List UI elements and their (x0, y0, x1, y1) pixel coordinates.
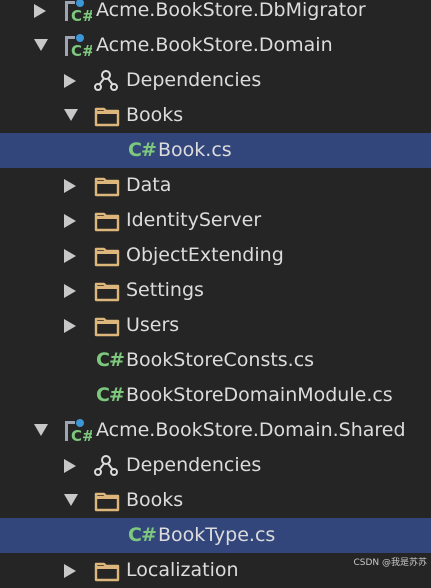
csharp-file-icon: C# (128, 139, 157, 161)
chevron-right-icon[interactable] (33, 0, 49, 28)
tree-row-identityserver-folder[interactable]: IdentityServer (0, 203, 431, 238)
folder-icon (94, 238, 122, 273)
tree-row-label: BookStoreConsts.cs (126, 349, 315, 371)
svg-text:C#: C# (71, 7, 92, 24)
chevron-right-icon[interactable] (63, 63, 79, 98)
csharp-file-icon: C# (96, 384, 125, 406)
folder-icon (94, 168, 122, 203)
tree-row-bookstoredomainmodule-cs[interactable]: C# BookStoreDomainModule.cs (0, 378, 431, 413)
tree-row-domain-shared-project[interactable]: C# Acme.BookStore.Domain.Shared (0, 413, 431, 448)
tree-row-label: Books (126, 104, 184, 126)
tree-row-label: BookType.cs (158, 524, 276, 546)
csharp-project-icon: C# (64, 413, 92, 448)
folder-icon (94, 273, 122, 308)
csharp-project-icon: C# (64, 28, 92, 63)
csharp-project-icon: C# (64, 0, 92, 28)
tree-row-data-folder[interactable]: Data (0, 168, 431, 203)
tree-row-label: Acme.BookStore.Domain (96, 34, 333, 56)
watermark-text: CSDN @我是苏苏 (353, 558, 427, 568)
dependencies-icon (94, 63, 122, 98)
chevron-right-icon[interactable] (63, 238, 79, 273)
tree-row-objectextending-folder[interactable]: ObjectExtending (0, 238, 431, 273)
tree-row-label: Dependencies (126, 454, 262, 476)
chevron-down-icon[interactable] (63, 483, 79, 518)
tree-row-book-cs[interactable]: C# Book.cs (0, 133, 431, 168)
tree-row-label: IdentityServer (126, 209, 262, 231)
chevron-down-icon[interactable] (33, 413, 49, 448)
csharp-file-icon: C# (128, 524, 157, 546)
tree-row-settings-folder[interactable]: Settings (0, 273, 431, 308)
tree-row-books-folder[interactable]: Books (0, 483, 431, 518)
folder-icon (94, 203, 122, 238)
tree-row-users-folder[interactable]: Users (0, 308, 431, 343)
tree-row-booktype-cs[interactable]: C# BookType.cs (0, 518, 431, 553)
tree-row-label: Acme.BookStore.Domain.Shared (96, 419, 406, 441)
tree-row-dependencies[interactable]: Dependencies (0, 63, 431, 98)
folder-icon (94, 98, 122, 133)
chevron-right-icon[interactable] (63, 308, 79, 343)
tree-row-domain-project[interactable]: C# Acme.BookStore.Domain (0, 28, 431, 63)
tree-row-label: Book.cs (158, 139, 232, 161)
svg-text:C#: C# (71, 427, 92, 444)
folder-icon (94, 308, 122, 343)
tree-row-books-folder[interactable]: Books (0, 98, 431, 133)
csharp-file-icon: C# (96, 349, 125, 371)
chevron-down-icon[interactable] (63, 98, 79, 133)
solution-explorer-tree: C# Acme.BookStore.DbMigrator C# Acme.Boo… (0, 0, 431, 588)
tree-row-label: Settings (126, 279, 204, 301)
chevron-right-icon[interactable] (63, 553, 79, 588)
chevron-right-icon[interactable] (63, 168, 79, 203)
tree-row-label: ObjectExtending (126, 244, 284, 266)
tree-row-label: Books (126, 489, 184, 511)
chevron-right-icon[interactable] (63, 203, 79, 238)
tree-row-bookstoreconsts-cs[interactable]: C# BookStoreConsts.cs (0, 343, 431, 378)
tree-row-label: Data (126, 174, 172, 196)
tree-row-label: Dependencies (126, 69, 262, 91)
chevron-right-icon[interactable] (63, 273, 79, 308)
dependencies-icon (94, 448, 122, 483)
tree-row-label: BookStoreDomainModule.cs (126, 384, 393, 406)
tree-row-dependencies[interactable]: Dependencies (0, 448, 431, 483)
chevron-down-icon[interactable] (33, 28, 49, 63)
tree-row-label: Users (126, 314, 180, 336)
tree-row-dbmigrator-project[interactable]: C# Acme.BookStore.DbMigrator (0, 0, 431, 28)
folder-icon (94, 483, 122, 518)
chevron-right-icon[interactable] (63, 448, 79, 483)
folder-icon (94, 553, 122, 588)
tree-row-label: Localization (126, 559, 239, 581)
svg-text:C#: C# (71, 42, 92, 59)
tree-row-label: Acme.BookStore.DbMigrator (96, 0, 366, 21)
